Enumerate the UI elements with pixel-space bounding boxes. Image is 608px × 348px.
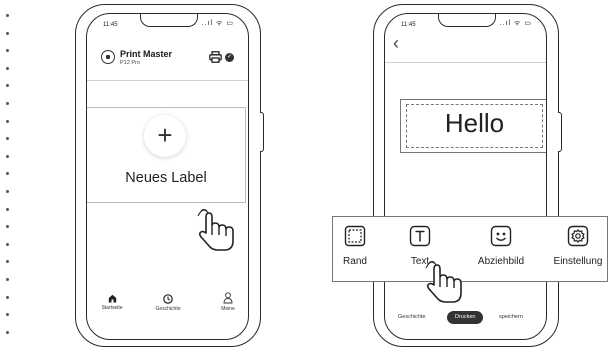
app-logo-icon xyxy=(101,50,115,64)
decorative-dot xyxy=(6,243,9,246)
back-arrow-icon[interactable]: ‹ xyxy=(393,34,399,52)
tab-startseite[interactable]: Startseite xyxy=(97,294,127,311)
tool-einstellung[interactable]: Einstellung xyxy=(548,225,608,267)
decorative-dot xyxy=(6,49,9,52)
decorative-dot xyxy=(6,278,9,281)
decorative-dot xyxy=(6,84,9,87)
label-text: Hello xyxy=(444,108,505,138)
tool-label-einstellung: Einstellung xyxy=(553,256,603,267)
person-icon xyxy=(223,292,233,304)
decorative-dot xyxy=(6,14,9,17)
tool-label-rand: Rand xyxy=(343,256,367,267)
status-icons: ..ıl ᯤ ▭ xyxy=(201,20,234,27)
tab-label-geschichte: Geschichte xyxy=(155,306,181,312)
tab-meine[interactable]: Meine xyxy=(214,292,242,312)
printer-icon[interactable] xyxy=(209,51,222,63)
bottom-action-bar: Geschichte Drucken speichern xyxy=(385,309,546,329)
decorative-dot xyxy=(6,137,9,140)
status-time: 11:45 xyxy=(103,22,118,28)
status-bar: 11:45 ..ıl ᯤ ▭ xyxy=(385,14,546,38)
new-label-button[interactable]: + Neues Label xyxy=(87,107,246,203)
tab-label-meine: Meine xyxy=(221,306,235,312)
decorative-dot xyxy=(6,32,9,35)
home-icon xyxy=(108,294,116,303)
text-t-icon xyxy=(409,225,431,247)
decorative-dot xyxy=(6,331,9,334)
tab-label-startseite: Startseite xyxy=(101,305,123,311)
border-frame-icon xyxy=(344,225,366,247)
label-text-frame[interactable]: Hello xyxy=(406,104,543,148)
app-title: Print Master xyxy=(120,49,173,59)
new-label-text: Neues Label xyxy=(125,170,207,186)
pointing-hand-icon xyxy=(197,208,234,251)
status-time: 11:45 xyxy=(401,22,416,28)
clock-icon xyxy=(163,294,173,304)
phone-side-button-left xyxy=(260,112,264,152)
save-button[interactable]: speichern xyxy=(499,314,523,320)
history-button[interactable]: Geschichte xyxy=(398,314,426,320)
sticker-smile-icon xyxy=(490,225,512,247)
tool-label-abziehbild: Abziehbild xyxy=(477,256,525,267)
status-bar: 11:45 ..ıl ᯤ ▭ xyxy=(87,14,248,38)
tool-rand[interactable]: Rand xyxy=(337,225,373,267)
tool-palette: Rand Text Abziehbild Einstellung xyxy=(332,216,608,282)
printer-model: P12 Pro xyxy=(120,60,140,66)
tool-abziehbild[interactable]: Abziehbild xyxy=(471,225,531,267)
phone-screen-left: 11:45 ..ıl ᯤ ▭ Print Master P12 Pro ✓ + … xyxy=(86,13,249,340)
decorative-dot xyxy=(6,225,9,228)
decorative-dot xyxy=(6,155,9,158)
decorative-dot xyxy=(6,313,9,316)
phone-side-button-right xyxy=(558,112,562,152)
pointing-hand-icon xyxy=(425,260,462,303)
decorative-dot xyxy=(6,172,9,175)
print-button[interactable]: Drucken xyxy=(447,311,484,324)
decorative-dot-column xyxy=(0,0,14,348)
header-divider xyxy=(385,62,546,63)
app-header: Print Master P12 Pro ✓ xyxy=(87,36,248,81)
phone-frame-right: 11:45 ..ıl ᯤ ▭ ‹ Hello Geschichte Drucke… xyxy=(373,4,559,347)
bottom-tab-bar: Startseite Geschichte Meine xyxy=(87,286,248,322)
plus-icon: + xyxy=(144,115,186,157)
status-icons: ..ıl ᯤ ▭ xyxy=(499,20,532,27)
tab-geschichte[interactable]: Geschichte xyxy=(151,294,185,312)
phone-frame-left: 11:45 ..ıl ᯤ ▭ Print Master P12 Pro ✓ + … xyxy=(75,4,261,347)
decorative-dot xyxy=(6,120,9,123)
decorative-dot xyxy=(6,190,9,193)
decorative-dot xyxy=(6,260,9,263)
decorative-dot xyxy=(6,296,9,299)
settings-gear-icon xyxy=(567,225,589,247)
label-canvas[interactable]: Hello xyxy=(400,99,546,153)
decorative-dot xyxy=(6,208,9,211)
decorative-dot xyxy=(6,67,9,70)
connected-check-icon: ✓ xyxy=(225,53,234,62)
decorative-dot xyxy=(6,102,9,105)
